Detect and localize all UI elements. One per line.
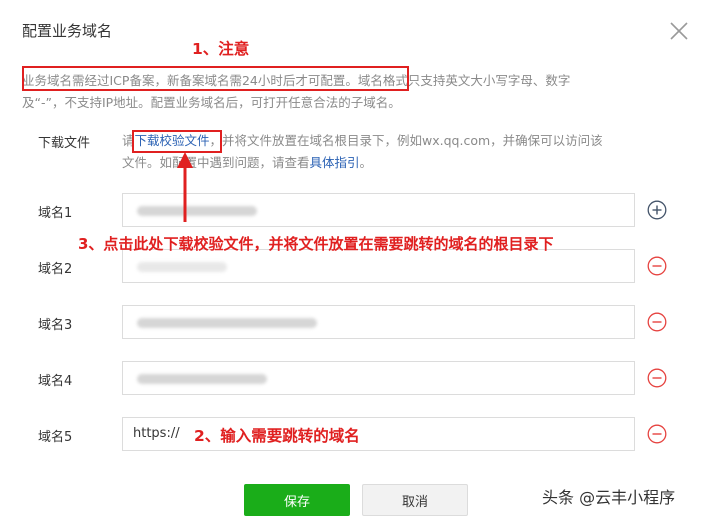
annotation-1: 1、注意: [192, 40, 250, 58]
download-middle-text: ，并将文件放置在域名根目录下，例如wx.qq.com，并确保可以访问该: [209, 133, 603, 148]
download-prefix: 请: [122, 133, 135, 148]
domain-4-blurred: [137, 374, 267, 384]
watermark: 头条 @云丰小程序: [542, 488, 676, 507]
description: 业务域名需经过ICP备案，新备案域名需24小时后才可配置。域名格式只支持英文大小…: [22, 70, 682, 114]
annotation-2: 2、输入需要跳转的域名: [194, 427, 360, 445]
domain-1-label: 域名1: [38, 206, 73, 221]
download-line2-prefix: 文件。如配置中遇到问题，请查看: [122, 155, 310, 170]
domain-3-input[interactable]: [122, 305, 635, 339]
download-instructions: 请下载校验文件，并将文件放置在域名根目录下，例如wx.qq.com，并确保可以访…: [122, 130, 672, 174]
domain-4-label: 域名4: [38, 374, 73, 389]
guide-link[interactable]: 具体指引: [310, 155, 360, 170]
save-button[interactable]: 保存: [244, 484, 350, 516]
download-line2-suffix: 。: [359, 155, 373, 170]
domain-3-label: 域名3: [38, 318, 73, 333]
remove-domain-3-icon[interactable]: [647, 312, 667, 332]
close-icon[interactable]: [668, 20, 690, 42]
remove-domain-2-icon[interactable]: [647, 256, 667, 276]
domain-5-label: 域名5: [38, 430, 73, 445]
domain-5-value: https://: [133, 426, 180, 441]
description-line-2: 及“-”，不支持IP地址。配置业务域名后，可打开任意合法的子域名。: [22, 95, 401, 110]
remove-domain-5-icon[interactable]: [647, 424, 667, 444]
domain-2-input[interactable]: [122, 249, 635, 283]
add-domain-icon[interactable]: [647, 200, 667, 220]
domain-2-label: 域名2: [38, 262, 73, 277]
remove-domain-4-icon[interactable]: [647, 368, 667, 388]
cancel-button[interactable]: 取消: [362, 484, 468, 516]
download-verify-file-link[interactable]: 下载校验文件: [135, 133, 210, 148]
domain-3-blurred: [137, 318, 317, 328]
download-file-label: 下载文件: [38, 136, 91, 151]
description-line-1: 业务域名需经过ICP备案，新备案域名需24小时后才可配置。域名格式只支持英文大小…: [22, 73, 571, 88]
annotation-arrow: [177, 152, 193, 222]
domain-2-blurred: [137, 262, 227, 272]
domain-4-input[interactable]: [122, 361, 635, 395]
dialog-title: 配置业务域名: [22, 22, 113, 40]
annotation-3: 3、点击此处下载校验文件，并将文件放置在需要跳转的域名的根目录下: [78, 235, 554, 253]
